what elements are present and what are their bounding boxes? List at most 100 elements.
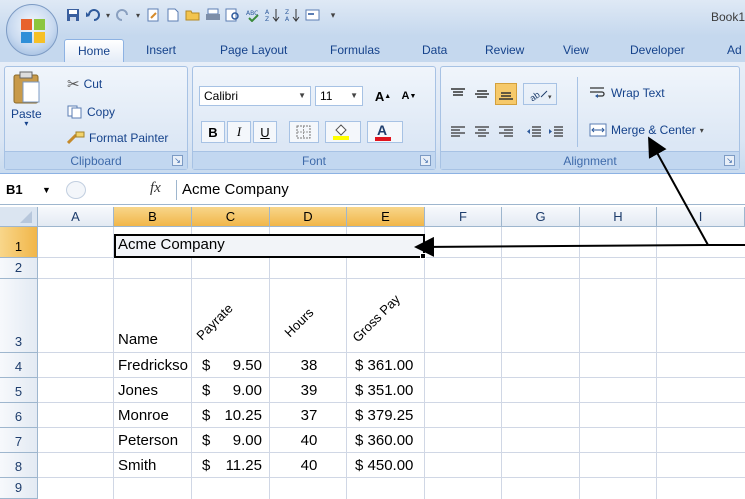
font-color-button[interactable]: A xyxy=(367,121,403,143)
font-size-value: 11 xyxy=(320,89,333,103)
tab-data[interactable]: Data xyxy=(422,39,447,62)
tab-review[interactable]: Review xyxy=(485,39,524,62)
copy-button[interactable]: Copy xyxy=(67,105,115,119)
formula-input[interactable]: Acme Company xyxy=(182,180,289,200)
row-header-1[interactable]: 1 xyxy=(0,227,38,258)
spelling-icon[interactable]: ABC xyxy=(244,6,262,24)
column-header-b[interactable]: B xyxy=(114,207,192,227)
column-header-g[interactable]: G xyxy=(502,207,580,227)
header-name: Name xyxy=(118,331,159,348)
merge-center-label: Merge & Center xyxy=(611,123,696,137)
increase-indent-button[interactable] xyxy=(545,121,567,143)
align-bottom-button[interactable] xyxy=(495,83,517,105)
align-center-button[interactable] xyxy=(471,121,493,143)
column-header-h[interactable]: H xyxy=(580,207,657,227)
font-name-select[interactable]: Calibri ▼ xyxy=(199,86,311,106)
cell-gross-pay: $ 361.00 xyxy=(355,357,414,374)
print-preview-icon[interactable] xyxy=(224,6,242,24)
cell-currency: $ xyxy=(202,407,211,424)
row-header-3[interactable]: 3 xyxy=(0,279,38,353)
redo-dropdown-icon[interactable]: ▾ xyxy=(134,6,142,24)
align-top-button[interactable] xyxy=(447,83,469,105)
wrap-text-button[interactable]: Wrap Text xyxy=(589,86,665,100)
tab-insert[interactable]: Insert xyxy=(146,39,176,62)
svg-text:Z: Z xyxy=(285,9,289,16)
row-header-7[interactable]: 7 xyxy=(0,428,38,453)
shrink-font-button[interactable]: A ▼ xyxy=(397,85,421,107)
row-header-4[interactable]: 4 xyxy=(0,353,38,378)
grid-column-line xyxy=(113,227,114,499)
orientation-button[interactable]: ab ▾ xyxy=(523,83,557,105)
cell-currency: $ xyxy=(202,457,211,474)
tab-page-layout[interactable]: Page Layout xyxy=(220,39,287,62)
row-header-5[interactable]: 5 xyxy=(0,378,38,403)
row-header-2[interactable]: 2 xyxy=(0,258,38,279)
column-header-f[interactable]: F xyxy=(425,207,502,227)
clipboard-dialog-launcher[interactable]: ↘ xyxy=(172,155,183,166)
undo-dropdown-icon[interactable]: ▾ xyxy=(104,6,112,24)
insert-function-button[interactable]: fx xyxy=(150,180,161,197)
column-header-e[interactable]: E xyxy=(347,207,425,227)
copy-label: Copy xyxy=(87,105,116,119)
name-box[interactable]: B1 ▼ xyxy=(4,180,60,200)
print-icon[interactable] xyxy=(204,6,222,24)
font-size-select[interactable]: 11 ▼ xyxy=(315,86,363,106)
tab-developer[interactable]: Developer xyxy=(630,39,685,62)
sort-ascending-icon[interactable]: AZ xyxy=(264,6,282,24)
format-painter-button[interactable]: Format Painter xyxy=(67,131,168,145)
tab-view[interactable]: View xyxy=(563,39,589,62)
cell-hours: 37 xyxy=(300,407,318,424)
column-header-d[interactable]: D xyxy=(270,207,347,227)
bold-button[interactable]: B xyxy=(201,121,225,143)
decrease-indent-button[interactable] xyxy=(523,121,545,143)
paste-button[interactable]: Paste ▾ xyxy=(11,71,42,128)
font-dialog-launcher[interactable]: ↘ xyxy=(420,155,431,166)
svg-text:▾: ▾ xyxy=(548,93,552,101)
row-header-8[interactable]: 8 xyxy=(0,453,38,478)
column-header-i[interactable]: I xyxy=(657,207,745,227)
select-all-button[interactable] xyxy=(0,207,38,227)
fill-handle[interactable] xyxy=(420,253,426,259)
format-painter-label: Format Painter xyxy=(89,131,169,145)
grow-font-button[interactable]: A ▲ xyxy=(371,85,395,107)
save-icon[interactable] xyxy=(64,6,82,24)
form-icon[interactable] xyxy=(304,6,322,24)
align-right-button[interactable] xyxy=(495,121,517,143)
row-header-6[interactable]: 6 xyxy=(0,403,38,428)
cell-name: Smith xyxy=(118,457,157,474)
customize-qat-icon[interactable]: ▾ xyxy=(324,6,342,24)
column-header-a[interactable]: A xyxy=(38,207,114,227)
merge-center-button[interactable]: Merge & Center ▾ xyxy=(589,123,704,137)
redo-icon[interactable] xyxy=(114,6,132,24)
borders-button[interactable] xyxy=(289,121,319,143)
italic-button[interactable]: I xyxy=(227,121,251,143)
office-button[interactable] xyxy=(6,4,58,56)
underline-button[interactable]: U xyxy=(253,121,277,143)
undo-icon[interactable] xyxy=(84,6,102,24)
align-left-button[interactable] xyxy=(447,121,469,143)
font-size-dropdown-icon: ▼ xyxy=(350,91,358,100)
title-cell: Acme Company xyxy=(118,236,225,253)
open-folder-icon[interactable] xyxy=(184,6,202,24)
sort-descending-icon[interactable]: ZA xyxy=(284,6,302,24)
svg-text:A: A xyxy=(285,16,290,22)
formula-bar-grip[interactable] xyxy=(66,181,86,199)
grid-column-line xyxy=(346,227,347,499)
row-header-9[interactable]: 9 xyxy=(0,478,38,499)
grid-row-line xyxy=(38,278,745,279)
row-number: 9 xyxy=(14,480,23,495)
column-header-c[interactable]: C xyxy=(192,207,270,227)
align-middle-button[interactable] xyxy=(471,83,493,105)
scissors-icon: ✂ xyxy=(67,76,80,93)
tab-add-ins[interactable]: Ad xyxy=(727,39,742,62)
fill-color-button[interactable] xyxy=(325,121,361,143)
worksheet-grid[interactable]: ABCDEFGHI 1 2 3 4 5 6 7 8 9 Acme Company Name Pa… xyxy=(0,207,745,499)
tab-formulas[interactable]: Formulas xyxy=(330,39,380,62)
tab-home[interactable]: Home xyxy=(64,39,124,62)
edit-doc-icon[interactable] xyxy=(144,6,162,24)
alignment-dialog-launcher[interactable]: ↘ xyxy=(724,155,735,166)
new-document-icon[interactable] xyxy=(164,6,182,24)
cut-button[interactable]: ✂ Cut xyxy=(67,75,102,93)
cut-label: Cut xyxy=(83,77,103,91)
font-name-dropdown-icon: ▼ xyxy=(298,91,306,100)
